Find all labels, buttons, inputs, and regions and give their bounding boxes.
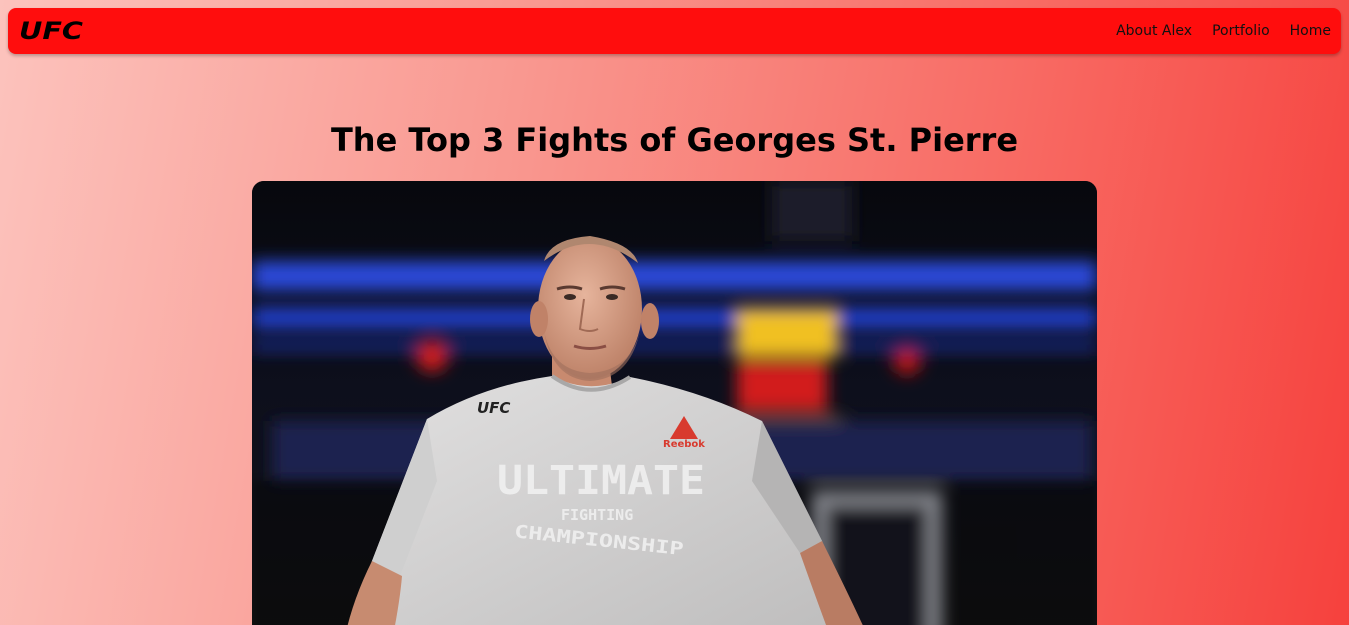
hero-image: UFC Reebok ULTIMATE FIGHTING CHAMPIONSHI… bbox=[252, 181, 1097, 625]
svg-text:UFC: UFC bbox=[19, 17, 83, 43]
shirt-text-line-2: FIGHTING bbox=[561, 506, 633, 524]
nav-link-home[interactable]: Home bbox=[1290, 23, 1331, 39]
nav-link-portfolio[interactable]: Portfolio bbox=[1212, 23, 1270, 39]
navbar: UFC About Alex Portfolio Home bbox=[8, 8, 1341, 54]
shirt-ufc-logo: UFC bbox=[477, 399, 510, 417]
shirt-brand-text: Reebok bbox=[663, 439, 705, 450]
page-title: The Top 3 Fights of Georges St. Pierre bbox=[330, 121, 1019, 159]
nav-links: About Alex Portfolio Home bbox=[1096, 8, 1331, 54]
nav-link-about-alex[interactable]: About Alex bbox=[1116, 23, 1192, 39]
shirt-text-line-1: ULTIMATE bbox=[497, 458, 705, 504]
fighter-photo: UFC Reebok ULTIMATE FIGHTING CHAMPIONSHI… bbox=[252, 181, 1097, 625]
ufc-logo[interactable]: UFC bbox=[18, 17, 86, 43]
